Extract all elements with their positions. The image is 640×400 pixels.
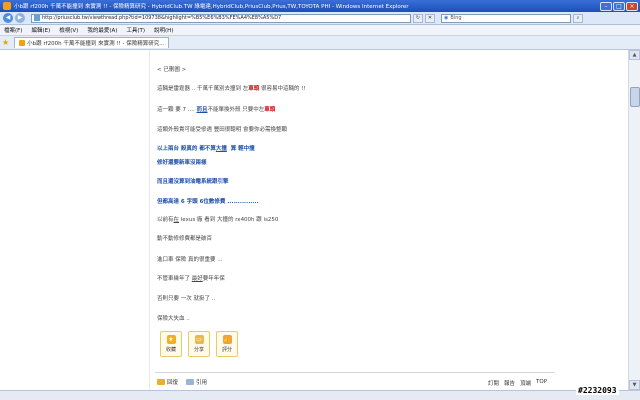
thumb-icon: 👍 <box>222 335 232 344</box>
tab-bar: ★ 小b跟 rf200h 千萬不能撞到 來實測 !! - 保險精算研究... <box>0 36 640 50</box>
window-title: 小b跟 rf200h 千萬不能撞到 來實測 !! - 保險精算研究 - Hybr… <box>14 4 409 10</box>
watermark: #2232093 <box>576 386 619 395</box>
post-line: 以前有在 lexus 廠 看到 大撞的 rx400h 跟 is250 <box>157 217 279 223</box>
post-line: 修好還要新車沒兩樣 <box>157 160 207 166</box>
tab-label: 小b跟 rf200h 千萬不能撞到 來實測 !! - 保險精算研究... <box>27 41 165 47</box>
share-button[interactable]: ▭ 分享 <box>188 331 210 357</box>
post-line: 進口車 保險 真的很重要 ... <box>157 257 223 263</box>
post-line: 動不動修修費都是破百 <box>157 236 213 242</box>
divider <box>155 372 555 373</box>
url-input[interactable]: http://priusclub.tw/viewthread.php?tid=1… <box>31 13 411 23</box>
favorites-star-icon[interactable]: ★ <box>2 38 9 47</box>
refresh-icon[interactable]: ↻ <box>413 13 423 23</box>
close-button[interactable]: × <box>626 1 638 11</box>
report-link[interactable]: 報告 <box>504 379 515 387</box>
menu-tools[interactable]: 工具(T) <box>126 26 145 34</box>
menu-bar: 檔案(F) 編輯(E) 檢視(V) 我的最愛(A) 工具(T) 說明(H) <box>0 25 640 36</box>
rate-button[interactable]: 👍 評分 <box>216 331 238 357</box>
reply-icon <box>157 379 165 385</box>
scroll-thumb[interactable] <box>630 87 640 107</box>
bing-icon: ◉ <box>444 15 449 21</box>
post-line: 不管車幾年了 最好要年年保 <box>157 276 225 282</box>
share-icon: ▭ <box>194 335 204 344</box>
page-content: < 已刪圖 > 這輛是雷霆器 .. 千萬千萬別去撞到 左車頭 很容易中這輛的 !… <box>0 50 628 399</box>
user-info-panel <box>0 50 150 390</box>
favorite-button[interactable]: ★ 收藏 <box>160 331 182 357</box>
top-link-cn[interactable]: 頂端 <box>520 379 531 387</box>
search-input[interactable]: ◉ Bing <box>441 13 571 23</box>
deleted-image-note: < 已刪圖 > <box>157 67 187 73</box>
post-line: 而且還沒算到油電系統跟引擎 <box>157 179 229 185</box>
ie-app-icon <box>3 2 11 10</box>
scroll-up-icon[interactable]: ▲ <box>629 50 640 60</box>
search-placeholder: Bing <box>450 15 462 21</box>
status-bar <box>0 390 640 400</box>
post-line: 保險大失血 .. <box>157 316 190 322</box>
post-footer-links: 訂閱 報告 頂端 TOP <box>488 379 547 387</box>
quote-icon <box>186 379 195 385</box>
menu-view[interactable]: 檢視(V) <box>59 26 78 34</box>
maximize-button[interactable]: □ <box>613 1 625 11</box>
page-icon <box>34 15 40 21</box>
vertical-scrollbar[interactable]: ▲ ▼ <box>628 50 640 390</box>
reply-row: 回復 引用 <box>157 378 207 386</box>
subscribe-link[interactable]: 訂閱 <box>488 379 499 387</box>
tab-favicon-icon <box>19 40 26 46</box>
post-actions: ★ 收藏 ▭ 分享 👍 評分 <box>160 331 238 357</box>
window-title-bar: 小b跟 rf200h 千萬不能撞到 來實測 !! - 保險精算研究 - Hybr… <box>0 0 640 12</box>
menu-file[interactable]: 檔案(F) <box>4 26 22 34</box>
post-line: 這類外殼貴可能受慘遇 豐田很聰明 會要你必需換整顆 <box>157 127 287 133</box>
post-line: 但都高達 6 字頭 6位數修費 ............... <box>157 199 259 205</box>
quote-link[interactable]: 引用 <box>196 378 207 386</box>
forward-button[interactable]: ▶ <box>15 13 25 23</box>
search-icon[interactable]: ⌕ <box>573 13 583 23</box>
menu-favorites[interactable]: 我的最愛(A) <box>87 26 117 34</box>
address-bar: ◀ ▶ http://priusclub.tw/viewthread.php?t… <box>0 12 640 25</box>
menu-help[interactable]: 說明(H) <box>154 26 173 34</box>
menu-edit[interactable]: 編輯(E) <box>31 26 50 34</box>
post-line: 這輛是雷霆器 .. 千萬千萬別去撞到 左車頭 很容易中這輛的 !! <box>157 86 306 92</box>
post-line: 這一顆 要 7 .... 而且不能單換外殼 只要中左車頭 <box>157 107 276 113</box>
post-line: 否則只要 一次 就掛了 .. <box>157 296 216 302</box>
top-link[interactable]: TOP <box>536 379 547 387</box>
minimize-button[interactable]: – <box>600 1 612 11</box>
window-controls: – □ × <box>600 1 638 11</box>
scroll-down-icon[interactable]: ▼ <box>629 380 640 390</box>
back-button[interactable]: ◀ <box>3 13 13 23</box>
url-text: http://priusclub.tw/viewthread.php?tid=1… <box>42 15 282 21</box>
post-line: 以上兩台 殺真的 都不算大撞 算 輕中撞 <box>157 146 255 152</box>
reply-link[interactable]: 回復 <box>167 378 178 386</box>
stop-icon[interactable]: ✕ <box>425 13 435 23</box>
tab-current[interactable]: 小b跟 rf200h 千萬不能撞到 來實測 !! - 保險精算研究... <box>14 37 170 48</box>
star-icon: ★ <box>166 335 176 344</box>
